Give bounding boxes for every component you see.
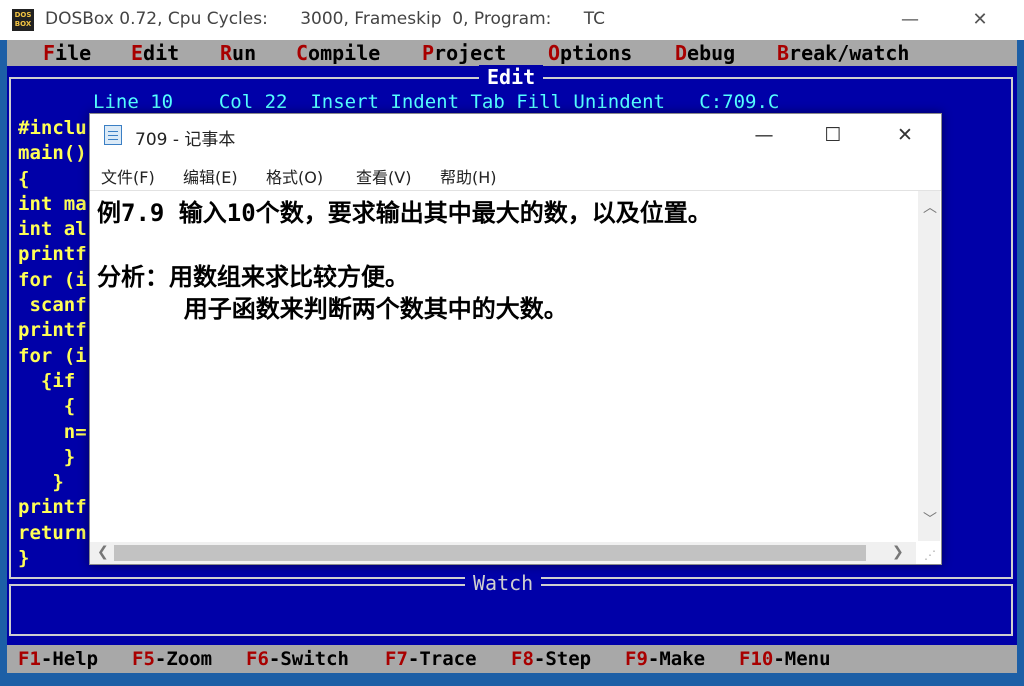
notepad-horizontal-scrollbar[interactable]: ❮ ❯ [90, 542, 916, 564]
menu-options[interactable]: Options [548, 41, 632, 65]
menu-break-watch[interactable]: Break/watch [777, 41, 909, 65]
notepad-menu-format[interactable]: 格式(O) [266, 164, 323, 188]
code-line: main() [18, 142, 87, 165]
edit-status-line: Line 10 Col 22 Insert Indent Tab Fill Un… [93, 91, 780, 113]
watch-pane-title: Watch [465, 571, 542, 595]
notepad-content[interactable]: 例7.9 输入10个数，要求输出其中最大的数，以及位置。 分析：用数组来求比较方… [97, 197, 712, 325]
fkey-menu[interactable]: F10-Menu [739, 648, 831, 670]
notepad-maximize-button[interactable]: ☐ [815, 121, 851, 149]
notepad-menu-edit[interactable]: 编辑(E) [183, 164, 238, 188]
menu-project[interactable]: Project [422, 41, 506, 65]
notepad-line: 分析：用数组来求比较方便。 [97, 263, 409, 291]
code-line: for (i [18, 268, 87, 291]
dosbox-logo-icon: DOS BOX [12, 9, 34, 31]
notepad-menu-file[interactable]: 文件(F) [101, 164, 155, 188]
notepad-window: 709 - 记事本 — ☐ ✕ 文件(F) 编辑(E) 格式(O) 查看(V) … [89, 113, 942, 565]
scroll-down-icon[interactable]: ﹀ [923, 509, 937, 529]
menu-compile[interactable]: Compile [296, 41, 380, 65]
code-line: {if [18, 369, 76, 392]
notepad-menu-help[interactable]: 帮助(H) [440, 164, 497, 188]
notepad-titlebar[interactable]: 709 - 记事本 — ☐ ✕ [90, 114, 941, 156]
code-line: printf [18, 319, 87, 342]
notepad-minimize-button[interactable]: — [746, 121, 782, 149]
dosbox-titlebar: DOS BOX DOSBox 0.72, Cpu Cycles: 3000, Fr… [0, 0, 1024, 40]
code-editor[interactable]: #inclu main(){int ma int al printf for (i sc… [18, 116, 87, 571]
notepad-vertical-scrollbar[interactable]: ︿ ﹀ [918, 191, 940, 541]
scroll-left-icon[interactable]: ❮ [97, 544, 109, 560]
code-line: } [18, 547, 30, 570]
notepad-close-button[interactable]: ✕ [887, 121, 923, 149]
code-line: n= [18, 420, 87, 443]
notepad-line: 用子函数来判断两个数其中的大数。 [97, 295, 568, 323]
dosbox-window-title: DOSBox 0.72, Cpu Cycles: 3000, Frameskip… [45, 9, 606, 29]
code-line: for (i [18, 344, 87, 367]
horizontal-scroll-thumb[interactable] [114, 545, 866, 561]
notepad-line [97, 229, 712, 261]
code-line: } [18, 445, 76, 468]
code-line: scanf [18, 294, 87, 317]
dosbox-bottom-border [7, 673, 1017, 686]
fkey-switch[interactable]: F6-Switch [246, 648, 349, 670]
tc-menubar: File Edit Run Compile Project Options De… [7, 40, 1017, 66]
resize-grip-icon[interactable]: ⋰ [924, 548, 938, 562]
code-line: { [18, 167, 30, 190]
menu-file[interactable]: File [43, 41, 91, 65]
menu-debug[interactable]: Debug [675, 41, 735, 65]
notepad-icon [104, 125, 122, 145]
function-key-bar: F1-Help F5-Zoom F6-Switch F7-Trace F8-St… [7, 645, 1017, 673]
menu-run[interactable]: Run [220, 41, 256, 65]
dosbox-close-button[interactable]: ✕ [960, 6, 1000, 34]
notepad-title: 709 - 记事本 [135, 130, 236, 150]
menu-edit[interactable]: Edit [131, 41, 179, 65]
fkey-zoom[interactable]: F5-Zoom [132, 648, 212, 670]
code-line: int ma [18, 192, 87, 215]
edit-pane-title: Edit [479, 65, 544, 89]
code-line: printf [18, 243, 87, 266]
code-line: printf [18, 496, 87, 519]
scroll-right-icon[interactable]: ❯ [892, 544, 904, 560]
fkey-make[interactable]: F9-Make [625, 648, 705, 670]
notepad-text-area[interactable]: 例7.9 输入10个数，要求输出其中最大的数，以及位置。 分析：用数组来求比较方… [90, 190, 941, 565]
notepad-line: 例7.9 输入10个数，要求输出其中最大的数，以及位置。 [97, 199, 712, 227]
notepad-menubar: 文件(F) 编辑(E) 格式(O) 查看(V) 帮助(H) [90, 162, 941, 188]
fkey-help[interactable]: F1-Help [18, 648, 98, 670]
scroll-up-icon[interactable]: ︿ [923, 197, 937, 217]
fkey-trace[interactable]: F7-Trace [385, 648, 477, 670]
code-line: int al [18, 218, 87, 241]
fkey-step[interactable]: F8-Step [511, 648, 591, 670]
code-line: #inclu [18, 117, 87, 139]
code-line: } [18, 471, 64, 494]
notepad-menu-view[interactable]: 查看(V) [356, 164, 411, 188]
dosbox-maximize-button[interactable] [888, 6, 928, 34]
code-line: { [18, 395, 76, 418]
code-line: return [18, 521, 87, 544]
